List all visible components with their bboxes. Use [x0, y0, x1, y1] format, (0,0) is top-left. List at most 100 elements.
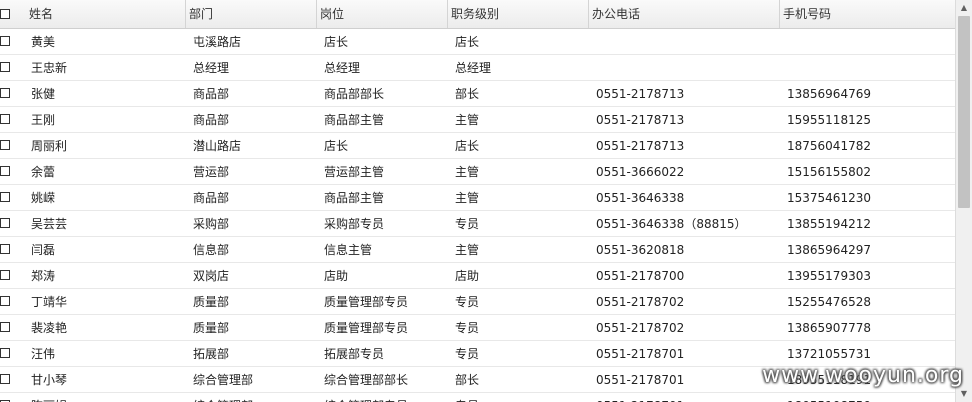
employee-grid: 姓名 部门 岗位 职务级别 办公电话 手机号码 黄美 屯溪路店 店长 店长 王忠新 总经理… [0, 0, 955, 402]
cell-department: 商品部 [193, 87, 230, 101]
cell-department: 质量部 [193, 295, 230, 309]
cell-mobile [787, 55, 947, 81]
cell-mobile: 18955118191 [787, 373, 871, 387]
row-checkbox[interactable] [0, 114, 10, 124]
cell-name: 丁靖华 [31, 295, 68, 309]
table-row[interactable]: 张健 商品部 商品部部长 部长 0551-2178713 13856964769 [0, 81, 955, 107]
cell-office-phone: 0551-2178713 [596, 87, 685, 101]
cell-department: 屯溪路店 [193, 35, 242, 49]
cell-department: 商品部 [193, 113, 230, 127]
cell-position: 综合管理部专员 [324, 393, 444, 402]
scroll-up-arrow-icon[interactable]: ▲ [956, 0, 972, 16]
cell-department: 综合管理部 [193, 393, 313, 402]
cell-mobile: 13856964769 [787, 87, 871, 101]
cell-office-phone [596, 29, 776, 55]
row-checkbox[interactable] [0, 322, 10, 332]
table-row[interactable]: 汪伟 拓展部 拓展部专员 专员 0551-2178701 13721055731 [0, 341, 955, 367]
table-row[interactable]: 丁靖华 质量部 质量管理部专员 专员 0551-2178702 15255476528 [0, 289, 955, 315]
table-row[interactable]: 裴凌艳 质量部 质量管理部专员 专员 0551-2178702 13865907778 [0, 315, 955, 341]
row-checkbox[interactable] [0, 348, 10, 358]
cell-job-level: 专员 [455, 217, 480, 231]
cell-office-phone: 0551-2178700 [596, 269, 685, 283]
table-row[interactable]: 姚嵘 商品部 商品部主管 主管 0551-3646338 15375461230 [0, 185, 955, 211]
table-row[interactable]: 王忠新 总经理 总经理 总经理 [0, 55, 955, 81]
row-checkbox[interactable] [0, 192, 10, 202]
cell-office-phone: 0551-2178701 [596, 373, 685, 387]
cell-mobile: 13855194212 [787, 217, 871, 231]
row-checkbox[interactable] [0, 62, 10, 72]
cell-department: 质量部 [193, 321, 230, 335]
table-row[interactable]: 陈丽娟 综合管理部 综合管理部专员 专员 0551-2178701 18055108750 [0, 393, 955, 402]
table-row[interactable]: 余蕾 营运部 营运部主管 主管 0551-3666022 15156155802 [0, 159, 955, 185]
vertical-scrollbar[interactable]: ▲ ▼ [955, 0, 972, 402]
table-row[interactable]: 王刚 商品部 商品部主管 主管 0551-2178713 15955118125 [0, 107, 955, 133]
column-header-name[interactable]: 姓名 [26, 0, 186, 28]
cell-position: 店长 [324, 139, 349, 153]
cell-position: 采购部专员 [324, 217, 385, 231]
cell-mobile: 15255476528 [787, 295, 871, 309]
row-checkbox[interactable] [0, 218, 10, 228]
table-row[interactable]: 闫磊 信息部 信息主管 主管 0551-3620818 13865964297 [0, 237, 955, 263]
row-checkbox[interactable] [0, 374, 10, 384]
cell-position: 质量管理部专员 [324, 295, 409, 309]
column-header-job-level[interactable]: 职务级别 [448, 0, 589, 28]
cell-job-level: 专员 [455, 295, 480, 309]
cell-job-level: 部长 [455, 373, 480, 387]
cell-department: 综合管理部 [193, 373, 254, 387]
cell-name: 汪伟 [31, 347, 56, 361]
grid-header: 姓名 部门 岗位 职务级别 办公电话 手机号码 [0, 0, 955, 29]
cell-department: 总经理 [193, 61, 230, 75]
cell-office-phone: 0551-3646338 [596, 191, 685, 205]
cell-name: 王忠新 [31, 61, 68, 75]
cell-office-phone: 0551-2178713 [596, 139, 685, 153]
cell-position: 店长 [324, 35, 349, 49]
cell-name: 姚嵘 [31, 191, 56, 205]
cell-job-level: 专员 [455, 321, 480, 335]
row-checkbox[interactable] [0, 270, 10, 280]
cell-position: 商品部主管 [324, 113, 385, 127]
cell-department: 潜山路店 [193, 139, 242, 153]
cell-position: 商品部部长 [324, 87, 385, 101]
cell-office-phone: 0551-2178713 [596, 113, 685, 127]
cell-job-level: 专员 [455, 393, 585, 402]
table-row[interactable]: 郑涛 双岗店 店助 店助 0551-2178700 13955179303 [0, 263, 955, 289]
scrollbar-thumb[interactable] [958, 16, 970, 208]
cell-mobile: 15375461230 [787, 191, 871, 205]
column-header-mobile[interactable]: 手机号码 [780, 0, 955, 28]
grid-body: 黄美 屯溪路店 店长 店长 王忠新 总经理 总经理 总经理 张健 商品部 商品部部长 部长 0551-2… [0, 29, 955, 402]
table-row[interactable]: 周丽利 潜山路店 店长 店长 0551-2178713 18756041782 [0, 133, 955, 159]
cell-job-level: 店长 [455, 139, 480, 153]
row-checkbox[interactable] [0, 88, 10, 98]
cell-office-phone: 0551-2178702 [596, 321, 685, 335]
row-checkbox[interactable] [0, 166, 10, 176]
table-row[interactable]: 甘小琴 综合管理部 综合管理部部长 部长 0551-2178701 18955118191 [0, 367, 955, 393]
row-checkbox[interactable] [0, 36, 10, 46]
cell-job-level: 主管 [455, 165, 480, 179]
cell-name: 张健 [31, 87, 56, 101]
cell-name: 余蕾 [31, 165, 56, 179]
scroll-down-arrow-icon[interactable]: ▼ [956, 386, 972, 402]
cell-name: 周丽利 [31, 139, 68, 153]
cell-name: 裴凌艳 [31, 321, 68, 335]
cell-office-phone: 0551-3666022 [596, 165, 685, 179]
column-header-office-phone[interactable]: 办公电话 [589, 0, 780, 28]
cell-mobile: 15955118125 [787, 113, 871, 127]
cell-department: 商品部 [193, 191, 230, 205]
cell-position: 信息主管 [324, 243, 373, 257]
cell-office-phone: 0551-2178701 [596, 347, 685, 361]
row-checkbox[interactable] [0, 244, 10, 254]
table-row[interactable]: 吴芸芸 采购部 采购部专员 专员 0551-3646338（88815） 13855194… [0, 211, 955, 237]
cell-position: 质量管理部专员 [324, 321, 409, 335]
cell-mobile: 13865964297 [787, 243, 871, 257]
row-checkbox[interactable] [0, 140, 10, 150]
column-header-department[interactable]: 部门 [186, 0, 317, 28]
cell-job-level: 专员 [455, 347, 480, 361]
cell-mobile: 13721055731 [787, 347, 871, 361]
cell-name: 陈丽娟 [31, 393, 181, 402]
select-all-checkbox[interactable] [0, 9, 10, 19]
row-checkbox[interactable] [0, 296, 10, 306]
cell-job-level: 店长 [455, 35, 480, 49]
table-row[interactable]: 黄美 屯溪路店 店长 店长 [0, 29, 955, 55]
column-header-position[interactable]: 岗位 [317, 0, 448, 28]
cell-office-phone [596, 55, 776, 81]
